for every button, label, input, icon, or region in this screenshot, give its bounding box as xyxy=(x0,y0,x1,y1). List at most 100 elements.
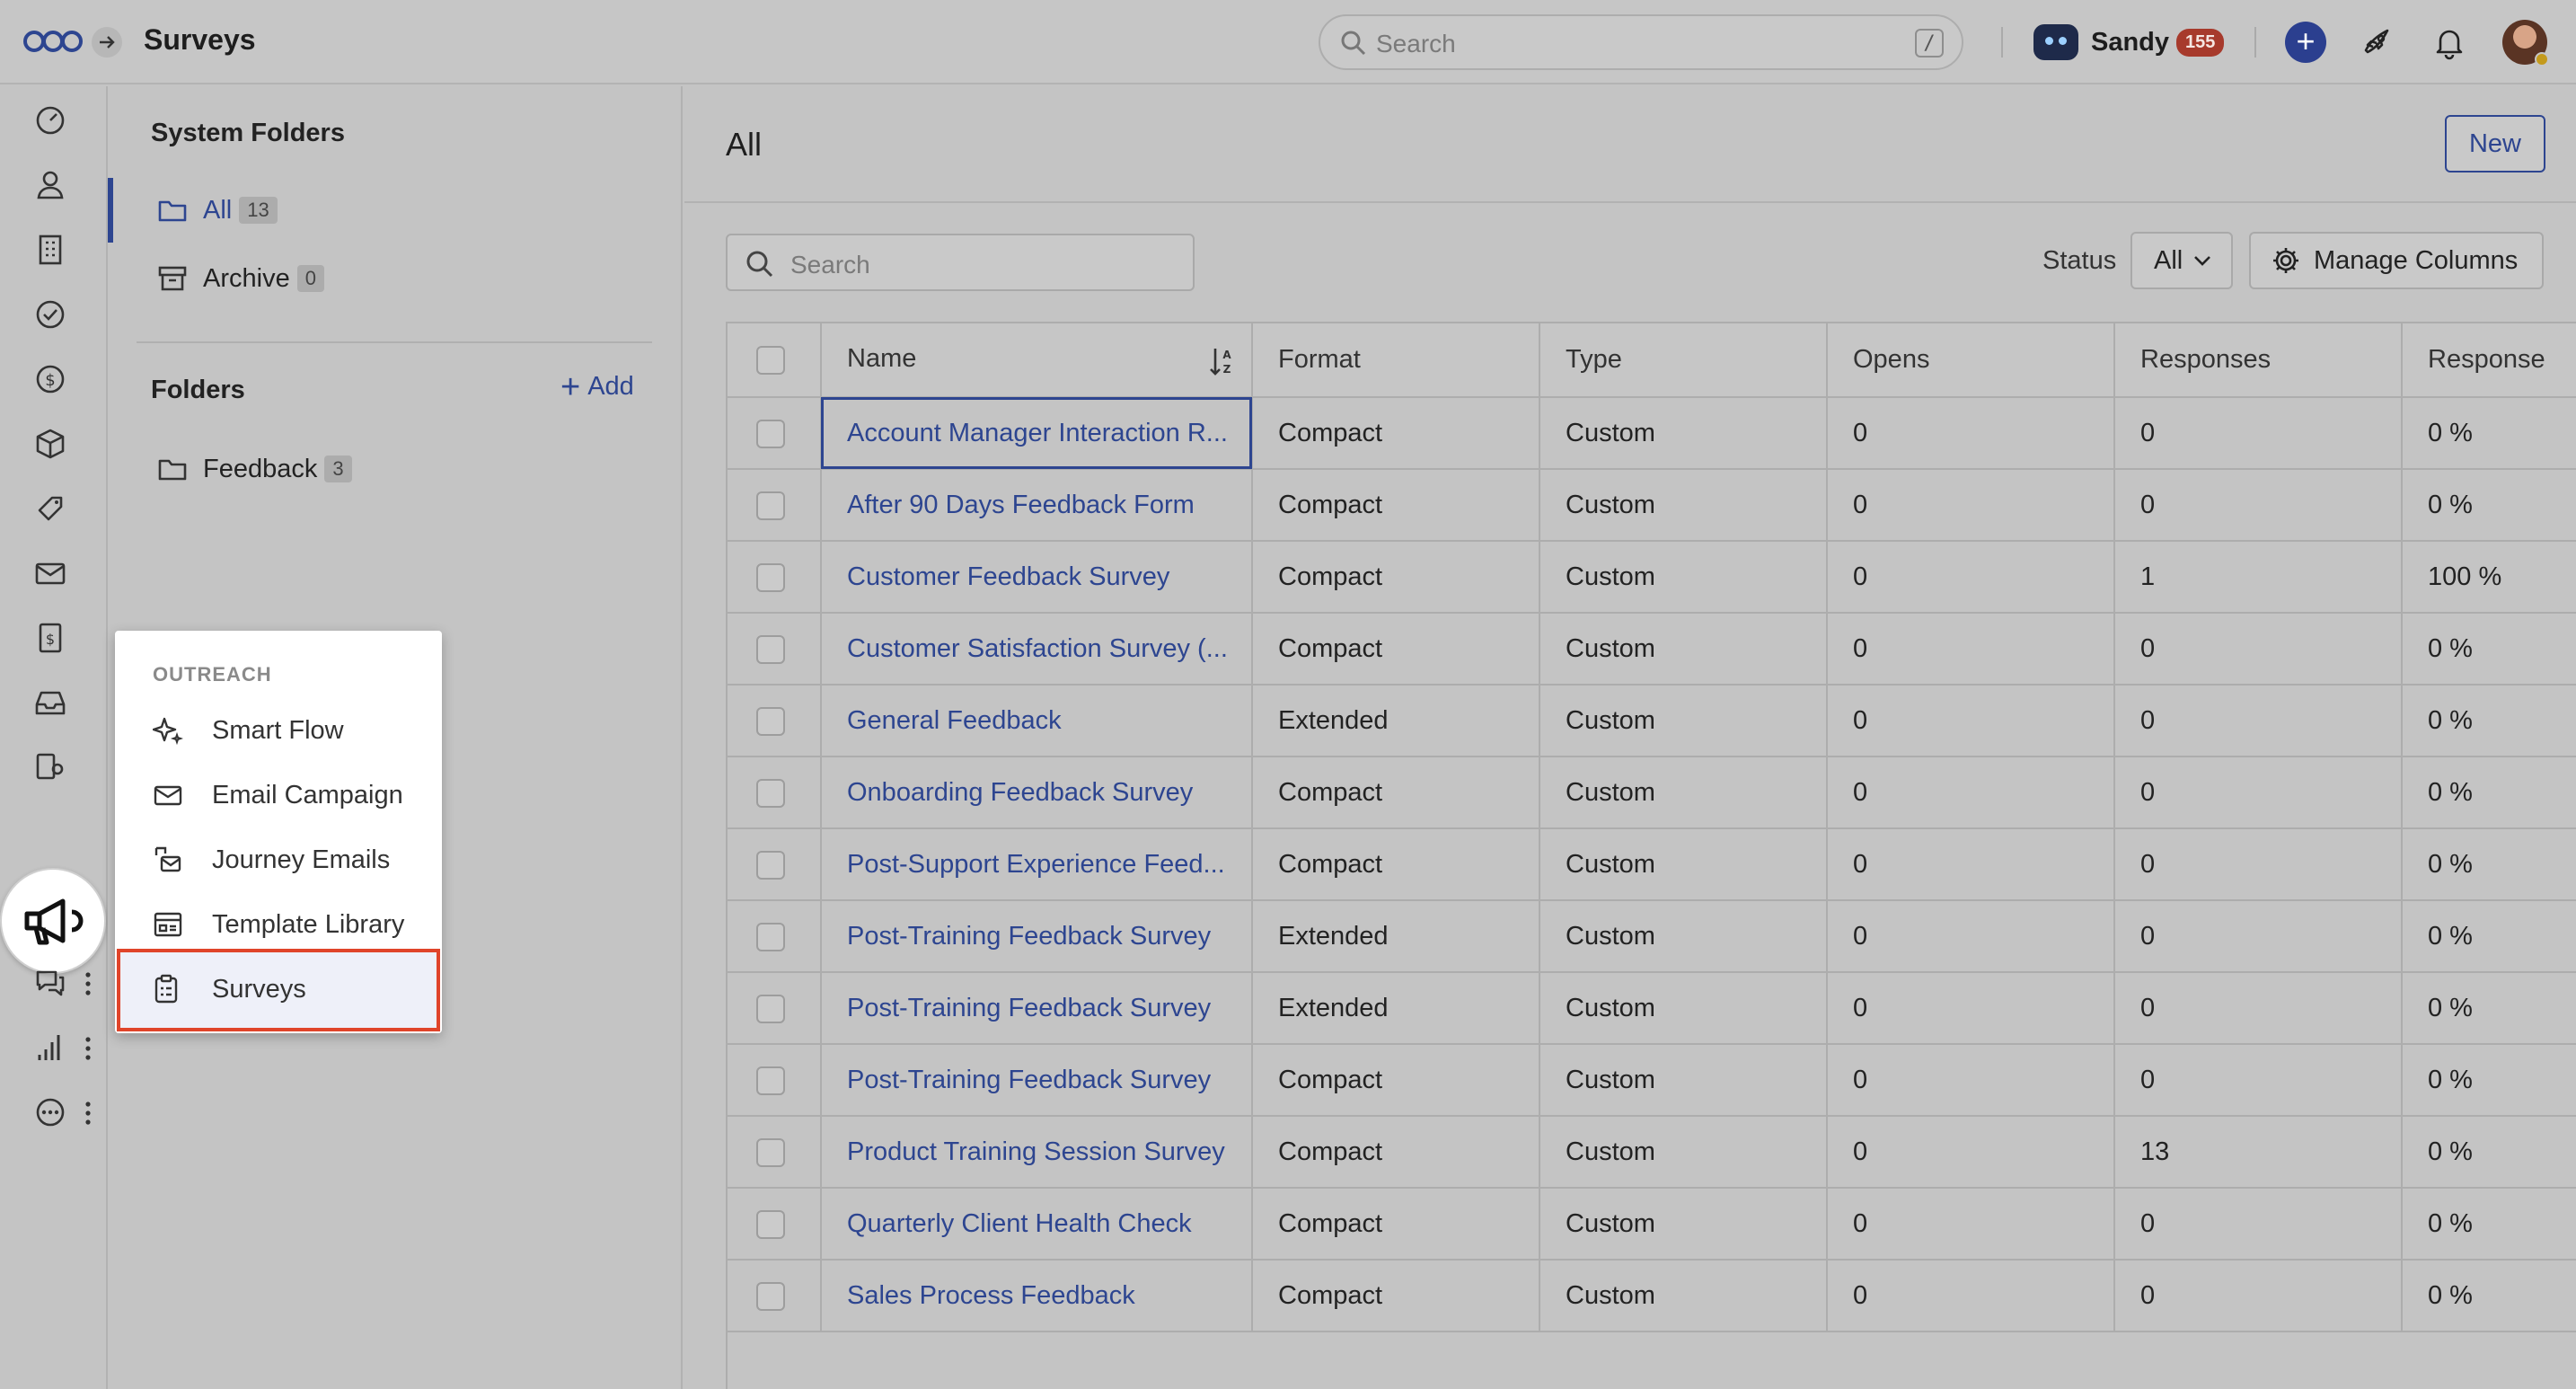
menu-item-email-campaign[interactable]: Email Campaign xyxy=(153,774,403,816)
expand-sidebar-button[interactable] xyxy=(92,27,122,58)
survey-name-link[interactable]: Product Training Session Survey xyxy=(821,1116,1253,1189)
more-vertical-icon[interactable] xyxy=(84,1035,92,1062)
row-checkbox[interactable] xyxy=(756,922,785,951)
add-folder-button[interactable]: + Add xyxy=(560,370,634,404)
user-chip[interactable]: Sandy 155 xyxy=(2033,22,2225,63)
responses-cell: 1 xyxy=(2114,541,2403,614)
notification-count-badge: 155 xyxy=(2176,28,2225,57)
table-row[interactable]: Post-Support Experience Feed... Compact Cu… xyxy=(728,828,2576,901)
table-row[interactable]: Customer Satisfaction Survey (... Compact… xyxy=(728,613,2576,686)
survey-search-input[interactable]: Search xyxy=(726,234,1195,291)
select-all-checkbox[interactable] xyxy=(756,346,785,376)
column-header-format[interactable]: Format xyxy=(1252,323,1540,398)
response-rate-cell: 0 % xyxy=(2402,828,2576,901)
table-header-row: Name AZ Format Type Opens Responses Resp… xyxy=(728,323,2576,398)
table-row[interactable]: Quarterly Client Health Check Compact Cust… xyxy=(728,1188,2576,1261)
menu-item-smart-flow[interactable]: Smart Flow xyxy=(153,710,344,751)
rocket-icon[interactable] xyxy=(2359,23,2396,61)
invoice-icon[interactable]: $ xyxy=(32,620,68,656)
row-checkbox[interactable] xyxy=(756,706,785,736)
row-checkbox[interactable] xyxy=(756,1066,785,1095)
survey-name-link[interactable]: Quarterly Client Health Check xyxy=(821,1188,1253,1261)
table-row[interactable]: Post-Training Feedback Survey Extended Cus… xyxy=(728,900,2576,973)
survey-name-link[interactable]: Post-Support Experience Feed... xyxy=(821,828,1253,901)
menu-item-template-library[interactable]: Template Library xyxy=(153,904,404,945)
global-search-input[interactable]: Search / xyxy=(1319,14,1963,70)
contacts-person-icon[interactable] xyxy=(32,167,68,203)
table-row[interactable]: Product Training Session Survey Compact Cu… xyxy=(728,1116,2576,1189)
menu-item-journey-emails[interactable]: Journey Emails xyxy=(153,839,390,880)
tray-inbox-icon[interactable] xyxy=(32,685,68,721)
more-horizontal-circle-icon[interactable] xyxy=(32,1094,68,1130)
responses-cell: 13 xyxy=(2114,1116,2403,1189)
row-checkbox[interactable] xyxy=(756,850,785,880)
products-box-icon[interactable] xyxy=(32,426,68,462)
folder-icon xyxy=(158,459,187,481)
column-header-responses[interactable]: Responses xyxy=(2114,323,2403,398)
ticket-tag-icon[interactable] xyxy=(32,491,68,526)
row-checkbox[interactable] xyxy=(756,419,785,448)
svg-text:$: $ xyxy=(46,631,55,648)
table-row[interactable]: Post-Training Feedback Survey Compact Cust… xyxy=(728,1044,2576,1117)
folder-all[interactable]: All 13 xyxy=(158,192,278,228)
sort-az-icon[interactable]: AZ xyxy=(1208,346,1235,376)
company-building-icon[interactable] xyxy=(32,232,68,268)
survey-name-link[interactable]: Customer Satisfaction Survey (... xyxy=(821,613,1253,686)
reports-bar-chart-icon[interactable] xyxy=(32,1030,68,1066)
deals-dollar-icon[interactable]: $ xyxy=(32,361,68,397)
table-row[interactable]: Customer Feedback Survey Compact Custom 0 1 1… xyxy=(728,541,2576,614)
row-checkbox[interactable] xyxy=(756,778,785,808)
user-avatar[interactable] xyxy=(2502,20,2549,66)
table-row[interactable]: Post-Training Feedback Survey Extended Cus… xyxy=(728,972,2576,1045)
create-new-button[interactable]: + xyxy=(2285,22,2326,63)
row-checkbox[interactable] xyxy=(756,1137,785,1167)
survey-name-link[interactable]: Account Manager Interaction R... xyxy=(821,397,1253,470)
folder-archive[interactable]: Archive 0 xyxy=(158,261,324,296)
row-checkbox[interactable] xyxy=(756,491,785,520)
row-checkbox[interactable] xyxy=(756,994,785,1023)
table-row[interactable]: Account Manager Interaction R... Compact C… xyxy=(728,397,2576,470)
manage-columns-button[interactable]: Manage Columns xyxy=(2249,232,2544,289)
outreach-nav-button[interactable] xyxy=(0,868,106,974)
column-header-opens[interactable]: Opens xyxy=(1827,323,2115,398)
more-vertical-icon[interactable] xyxy=(84,970,92,997)
column-header-response-rate[interactable]: Response xyxy=(2402,323,2576,398)
row-checkbox[interactable] xyxy=(756,1209,785,1239)
inbox-mail-icon[interactable] xyxy=(32,555,68,591)
more-vertical-icon[interactable] xyxy=(84,1100,92,1127)
row-select-cell xyxy=(728,469,822,542)
row-checkbox[interactable] xyxy=(756,1281,785,1311)
menu-item-surveys[interactable]: Surveys xyxy=(153,969,306,1010)
app-logo[interactable] xyxy=(23,25,83,58)
survey-name-link[interactable]: Onboarding Feedback Survey xyxy=(821,756,1253,829)
survey-name-link[interactable]: Post-Training Feedback Survey xyxy=(821,900,1253,973)
type-cell: Custom xyxy=(1539,756,1828,829)
status-filter-value: All xyxy=(2154,245,2183,275)
row-select-cell xyxy=(728,900,822,973)
folder-label: Feedback xyxy=(203,454,318,483)
knowledge-person-icon[interactable] xyxy=(32,749,68,785)
format-cell: Compact xyxy=(1252,1260,1540,1332)
survey-name-link[interactable]: Post-Training Feedback Survey xyxy=(821,972,1253,1045)
column-header-name[interactable]: Name AZ xyxy=(821,323,1253,398)
tasks-check-icon[interactable] xyxy=(32,296,68,332)
survey-name-link[interactable]: Post-Training Feedback Survey xyxy=(821,1044,1253,1117)
survey-name-link[interactable]: Customer Feedback Survey xyxy=(821,541,1253,614)
status-filter-select[interactable]: All xyxy=(2130,232,2233,289)
row-checkbox[interactable] xyxy=(756,562,785,592)
survey-name-link[interactable]: General Feedback xyxy=(821,685,1253,757)
row-checkbox[interactable] xyxy=(756,634,785,664)
table-row[interactable]: Onboarding Feedback Survey Compact Custom 0… xyxy=(728,756,2576,829)
column-header-type[interactable]: Type xyxy=(1539,323,1828,398)
dashboard-gauge-icon[interactable] xyxy=(32,102,68,138)
table-row[interactable]: General Feedback Extended Custom 0 0 0 % xyxy=(728,685,2576,757)
chat-bubbles-icon[interactable] xyxy=(32,965,68,1001)
table-row[interactable]: After 90 Days Feedback Form Compact Custom… xyxy=(728,469,2576,542)
new-survey-button[interactable]: New xyxy=(2445,115,2545,173)
bell-icon[interactable] xyxy=(2430,23,2468,61)
folder-feedback[interactable]: Feedback 3 xyxy=(158,451,352,487)
select-all-cell xyxy=(728,323,822,398)
table-row[interactable]: Sales Process Feedback Compact Custom 0 0 0 % xyxy=(728,1260,2576,1332)
survey-name-link[interactable]: After 90 Days Feedback Form xyxy=(821,469,1253,542)
survey-name-link[interactable]: Sales Process Feedback xyxy=(821,1260,1253,1332)
